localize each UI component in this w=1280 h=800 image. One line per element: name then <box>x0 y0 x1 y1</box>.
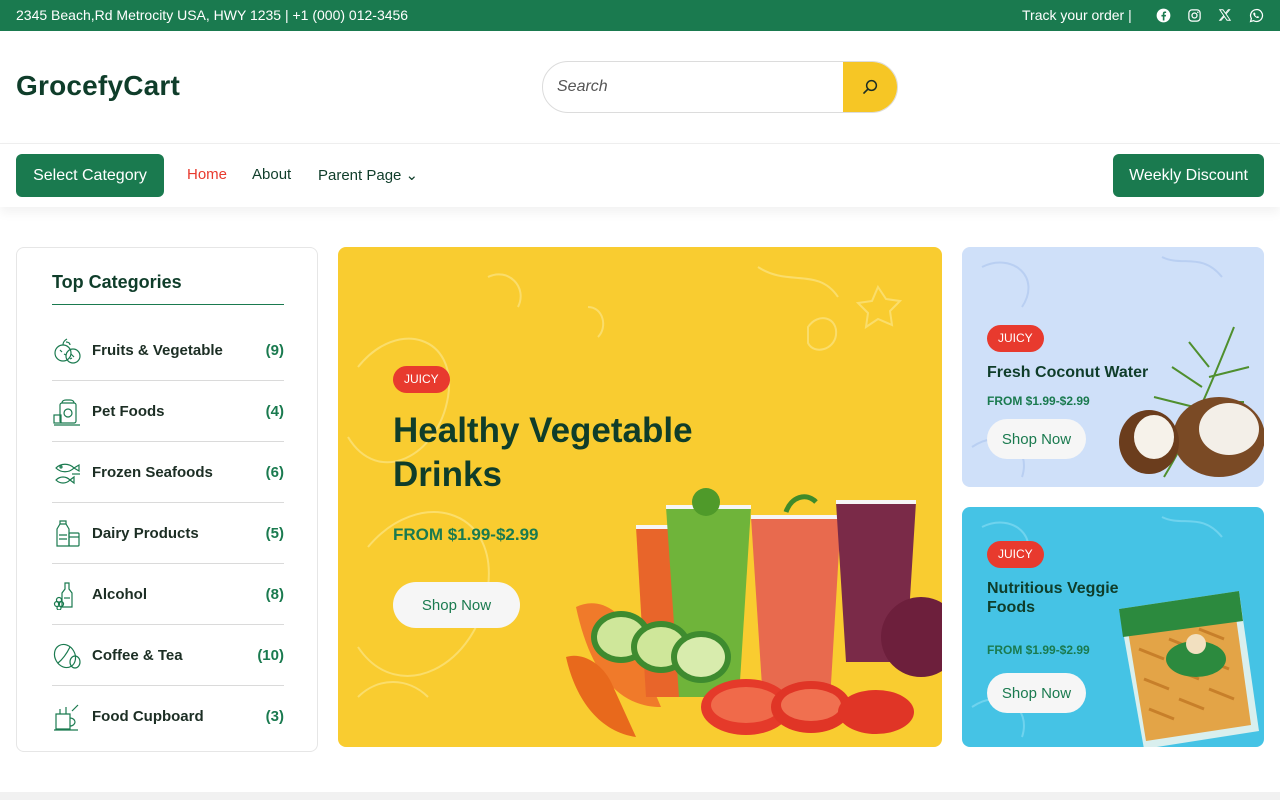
card-shop-now-button[interactable]: Shop Now <box>987 673 1086 713</box>
track-order-link[interactable]: Track your order | <box>1022 7 1132 23</box>
category-count: (9) <box>265 342 284 359</box>
alcohol-icon <box>52 580 82 610</box>
category-name: Dairy Products <box>92 525 199 542</box>
coffee-icon <box>52 641 82 671</box>
dairy-icon <box>52 519 82 549</box>
vegetable-drinks-image <box>566 488 942 737</box>
category-name: Frozen Seafoods <box>92 464 213 481</box>
weekly-discount-button[interactable]: Weekly Discount <box>1113 154 1264 197</box>
category-name: Food Cupboard <box>92 708 204 725</box>
facebook-icon[interactable] <box>1156 8 1171 23</box>
category-name: Alcohol <box>92 586 147 603</box>
category-item[interactable]: Fruits & Vegetable (9) <box>52 320 284 381</box>
seafood-icon <box>52 458 82 488</box>
x-icon[interactable] <box>1218 8 1233 23</box>
top-categories-panel: Top Categories Fruits & Vegetable (9) Pe… <box>16 247 318 752</box>
search-button[interactable] <box>843 62 897 112</box>
category-name: Fruits & Vegetable <box>92 342 223 359</box>
pasta-package-image <box>1119 591 1259 747</box>
card-shop-now-button[interactable]: Shop Now <box>987 419 1086 459</box>
contact-info: 2345 Beach,Rd Metrocity USA, HWY 1235 | … <box>16 7 409 23</box>
category-count: (5) <box>265 525 284 542</box>
coconut-water-card: JUICY Fresh Coconut Water FROM $1.99-$2.… <box>962 247 1264 487</box>
nav-about[interactable]: About <box>252 166 291 183</box>
footer-strip <box>0 792 1280 800</box>
category-item[interactable]: Coffee & Tea (10) <box>52 625 284 686</box>
cupboard-icon <box>52 702 82 732</box>
site-logo[interactable]: GrocefyCart <box>16 70 180 102</box>
search-input[interactable] <box>543 62 845 112</box>
main-navigation: Select Category Home About Parent Page ⌄… <box>0 143 1280 207</box>
heading-divider <box>52 304 284 305</box>
hero-banner: JUICY Healthy Vegetable Drinks FROM $1.9… <box>338 247 942 747</box>
whatsapp-icon[interactable] <box>1249 8 1264 23</box>
instagram-icon[interactable] <box>1187 8 1202 23</box>
category-item[interactable]: Pet Foods (4) <box>52 381 284 442</box>
hero-badge: JUICY <box>393 366 450 393</box>
card-price: FROM $1.99-$2.99 <box>987 394 1090 408</box>
category-item[interactable]: Frozen Seafoods (6) <box>52 442 284 503</box>
select-category-button[interactable]: Select Category <box>16 154 164 197</box>
category-name: Coffee & Tea <box>92 647 183 664</box>
category-count: (6) <box>265 464 284 481</box>
pet-food-icon <box>52 397 82 427</box>
category-item[interactable]: Food Cupboard (3) <box>52 686 284 747</box>
hero-shop-now-button[interactable]: Shop Now <box>393 582 520 628</box>
category-item[interactable]: Alcohol (8) <box>52 564 284 625</box>
search-icon <box>861 78 879 96</box>
category-count: (4) <box>265 403 284 420</box>
card-badge: JUICY <box>987 325 1044 352</box>
coconut-image <box>1119 326 1264 478</box>
category-count: (3) <box>265 708 284 725</box>
veggie-foods-card: JUICY Nutritious Veggie Foods FROM $1.99… <box>962 507 1264 747</box>
nav-home[interactable]: Home <box>187 166 227 183</box>
search-bar <box>542 61 898 113</box>
category-name: Pet Foods <box>92 403 165 420</box>
nav-parent-page[interactable]: Parent Page ⌄ <box>318 166 418 184</box>
card-badge: JUICY <box>987 541 1044 568</box>
fruits-icon <box>52 336 82 366</box>
category-count: (10) <box>257 647 284 664</box>
category-count: (8) <box>265 586 284 603</box>
category-item[interactable]: Dairy Products (5) <box>52 503 284 564</box>
categories-heading: Top Categories <box>52 272 182 292</box>
card-price: FROM $1.99-$2.99 <box>987 643 1090 657</box>
top-bar: 2345 Beach,Rd Metrocity USA, HWY 1235 | … <box>0 0 1280 31</box>
hero-price: FROM $1.99-$2.99 <box>393 525 539 544</box>
